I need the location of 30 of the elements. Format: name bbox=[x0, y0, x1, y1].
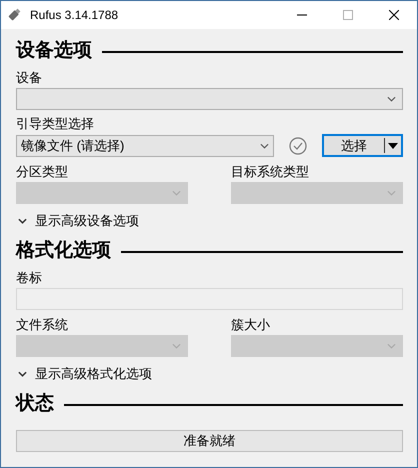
chevron-down-icon bbox=[18, 218, 27, 224]
status-bar: 准备就绪 bbox=[16, 430, 403, 452]
input-field[interactable] bbox=[16, 288, 403, 310]
field-label: 分区类型 bbox=[16, 163, 69, 181]
chevron-down-icon bbox=[387, 190, 396, 196]
chevron-down-icon bbox=[18, 371, 27, 377]
chevron-down-icon bbox=[260, 142, 269, 148]
chevron-down-icon bbox=[172, 190, 181, 196]
field-label: 卷标 bbox=[16, 269, 43, 287]
section-heading: 设备选项 bbox=[16, 39, 92, 63]
field-label: 引导类型选择 bbox=[16, 115, 95, 133]
section-heading: 格式化选项 bbox=[16, 239, 111, 263]
advanced-options-toggle[interactable]: 显示高级格式化选项 bbox=[18, 365, 152, 383]
chevron-down-icon bbox=[387, 343, 396, 349]
advanced-options-toggle[interactable]: 显示高级设备选项 bbox=[18, 212, 139, 230]
window-title: Rufus 3.14.1788 bbox=[30, 7, 118, 24]
check-circle-icon[interactable] bbox=[289, 136, 307, 154]
caret-down-icon bbox=[388, 142, 398, 148]
field-label: 设备 bbox=[16, 69, 43, 87]
select-button[interactable]: 选择 bbox=[322, 134, 403, 157]
close-icon[interactable] bbox=[389, 10, 399, 20]
field-label: 目标系统类型 bbox=[231, 163, 310, 181]
chevron-down-icon bbox=[387, 96, 396, 102]
section-heading: 状态 bbox=[16, 392, 54, 416]
field-label: 簇大小 bbox=[231, 316, 271, 334]
usb-drive-icon bbox=[6, 7, 22, 23]
field-label: 文件系统 bbox=[16, 316, 69, 334]
dropdown[interactable]: 镜像文件 (请选择) bbox=[16, 134, 274, 156]
maximize-icon[interactable] bbox=[343, 10, 353, 20]
chevron-down-icon bbox=[172, 343, 181, 349]
